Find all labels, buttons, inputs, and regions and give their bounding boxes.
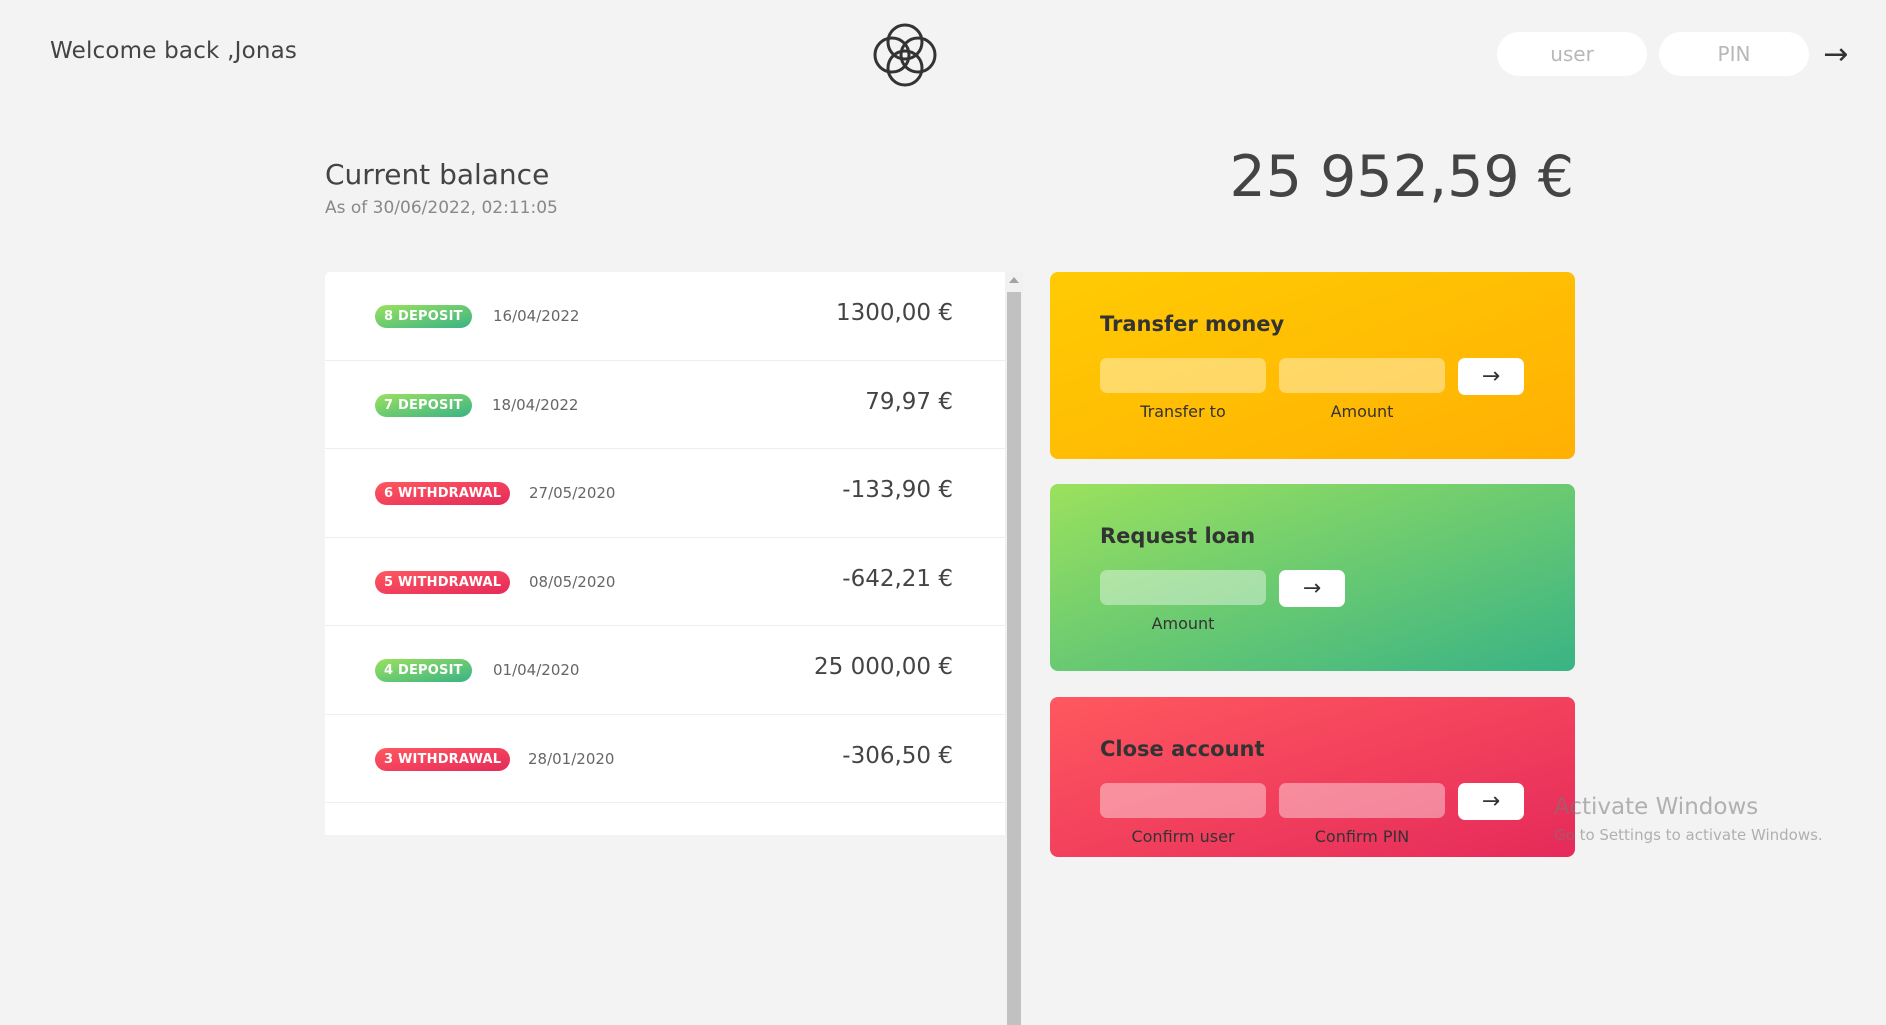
- movement-row: 8 deposit 16/04/2022 1300,00 €: [325, 272, 1005, 361]
- movements-list[interactable]: 8 deposit 16/04/2022 1300,00 € 7 deposit…: [325, 272, 1005, 835]
- movement-date: 28/01/2020: [528, 749, 615, 768]
- close-title: Close account: [1100, 737, 1265, 761]
- login-pin-input[interactable]: [1659, 32, 1809, 76]
- close-submit-button[interactable]: →: [1458, 783, 1524, 820]
- movement-date: 01/04/2020: [493, 661, 580, 679]
- movement-type-badge: 8 deposit: [375, 305, 472, 328]
- loan-panel: Request loan → Amount: [1050, 484, 1575, 671]
- windows-activation-watermark: Activate Windows: [1554, 794, 1759, 820]
- balance-label: Current balance: [325, 158, 550, 191]
- movement-type-badge: 3 withdrawal: [375, 747, 511, 771]
- scroll-thumb[interactable]: [1007, 292, 1021, 1025]
- movement-value: 79,97 €: [865, 388, 953, 415]
- movement-value: 25 000,00 €: [814, 654, 953, 680]
- login-button[interactable]: →: [1818, 34, 1854, 74]
- movement-value: -133,90 €: [842, 477, 953, 503]
- movement-date: 27/05/2020: [529, 484, 616, 502]
- transfer-title: Transfer money: [1100, 312, 1285, 336]
- movement-row: 5 withdrawal 08/05/2020 -642,21 €: [325, 538, 1005, 626]
- loan-amount-label: Amount: [1151, 614, 1215, 633]
- transfer-panel: Transfer money → Transfer to Amount: [1050, 272, 1575, 459]
- movement-value: -306,50 €: [842, 742, 953, 769]
- transfer-submit-button[interactable]: →: [1458, 358, 1524, 395]
- welcome-message: Welcome back ,Jonas: [50, 38, 298, 64]
- movement-type-badge: 7 deposit: [375, 393, 472, 417]
- movement-row: 7 deposit 18/04/2022 79,97 €: [325, 361, 1005, 449]
- movement-date: 16/04/2022: [493, 307, 580, 325]
- movement-row: 3 withdrawal 28/01/2020 -306,50 €: [325, 715, 1005, 803]
- movements-scrollbar[interactable]: [1005, 272, 1023, 1025]
- movement-date: 08/05/2020: [529, 572, 616, 591]
- movement-row: 4 deposit 01/04/2020 25 000,00 €: [325, 626, 1005, 715]
- close-user-input[interactable]: [1100, 783, 1266, 818]
- loan-amount-input[interactable]: [1100, 570, 1266, 605]
- movement-type-badge: 4 deposit: [375, 659, 472, 682]
- rings-logo-icon: [873, 23, 937, 87]
- close-account-panel: Close account → Confirm user Confirm PIN: [1050, 697, 1575, 857]
- loan-title: Request loan: [1100, 524, 1256, 548]
- movement-value: 1300,00 €: [835, 300, 953, 326]
- movement-type-badge: 6 withdrawal: [375, 482, 511, 505]
- balance-value: 25 952,59 €: [1229, 144, 1574, 210]
- close-pin-input[interactable]: [1279, 783, 1445, 818]
- transfer-amount-input[interactable]: [1279, 358, 1445, 393]
- balance-date: As of 30/06/2022, 02:11:05: [325, 198, 558, 218]
- transfer-to-label: Transfer to: [1140, 402, 1226, 421]
- windows-activation-subtext: Go to Settings to activate Windows.: [1554, 826, 1823, 844]
- transfer-to-input[interactable]: [1100, 358, 1266, 393]
- movement-row: 6 withdrawal 27/05/2020 -133,90 €: [325, 449, 1005, 538]
- transfer-amount-label: Amount: [1330, 402, 1394, 421]
- movement-type-badge: 5 withdrawal: [375, 570, 511, 594]
- close-pin-label: Confirm PIN: [1314, 827, 1410, 846]
- movement-value: -642,21 €: [842, 565, 953, 592]
- login-user-input[interactable]: [1497, 32, 1647, 76]
- scroll-up-arrow-icon[interactable]: [1009, 277, 1019, 283]
- close-user-label: Confirm user: [1131, 827, 1235, 846]
- loan-submit-button[interactable]: →: [1279, 570, 1345, 607]
- movement-date: 18/04/2022: [492, 395, 579, 414]
- top-nav: Welcome back ,Jonas →: [0, 0, 1886, 110]
